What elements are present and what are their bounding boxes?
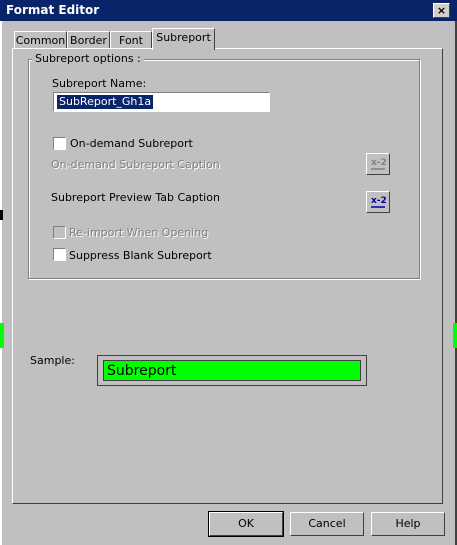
on-demand-checkbox[interactable] <box>53 137 66 150</box>
suppress-blank-checkbox[interactable] <box>53 248 66 261</box>
cancel-button[interactable]: Cancel <box>290 512 364 536</box>
tab-subreport[interactable]: Subreport <box>152 28 215 50</box>
title-bar: Format Editor × <box>0 0 457 21</box>
on-demand-caption-formula-button[interactable]: x-2 <box>366 153 390 175</box>
formula-icon-text: x-2 <box>371 158 387 168</box>
subreport-name-input[interactable]: SubReport_Gh1a <box>53 92 270 112</box>
formula-icon: x-2 <box>371 196 387 208</box>
subreport-name-label: Subreport Name: <box>52 77 147 90</box>
background-marker <box>0 210 3 220</box>
on-demand-caption-label: On-demand Subreport Caption <box>51 158 220 171</box>
on-demand-label: On-demand Subreport <box>70 137 193 150</box>
preview-tab-caption-label: Subreport Preview Tab Caption <box>51 191 220 204</box>
window-title: Format Editor <box>6 3 100 17</box>
ok-button[interactable]: OK <box>208 511 284 537</box>
sample-label: Sample: <box>30 354 75 367</box>
preview-tab-caption-formula-button[interactable]: x-2 <box>366 191 390 213</box>
subreport-name-value: SubReport_Gh1a <box>57 95 154 109</box>
tab-border[interactable]: Border <box>67 31 110 49</box>
background-green-strip-left <box>0 323 4 348</box>
help-button[interactable]: Help <box>371 512 445 536</box>
tab-font[interactable]: Font <box>110 31 152 49</box>
sample-text: Subreport <box>107 363 177 379</box>
background-green-strip-right <box>453 323 457 348</box>
formula-icon-text: x-2 <box>371 196 387 206</box>
close-icon[interactable]: × <box>433 3 450 18</box>
reimport-label: Re-import When Opening <box>69 226 209 239</box>
dialog-left-edge <box>0 21 2 545</box>
suppress-blank-label: Suppress Blank Subreport <box>69 249 212 262</box>
group-label: Subreport options : <box>32 52 144 65</box>
sample-preview-field: Subreport <box>103 360 361 381</box>
formula-icon: x-2 <box>371 158 387 170</box>
tab-common[interactable]: Common <box>14 31 67 49</box>
reimport-checkbox[interactable] <box>53 226 66 239</box>
sample-preview: Subreport <box>97 355 367 386</box>
